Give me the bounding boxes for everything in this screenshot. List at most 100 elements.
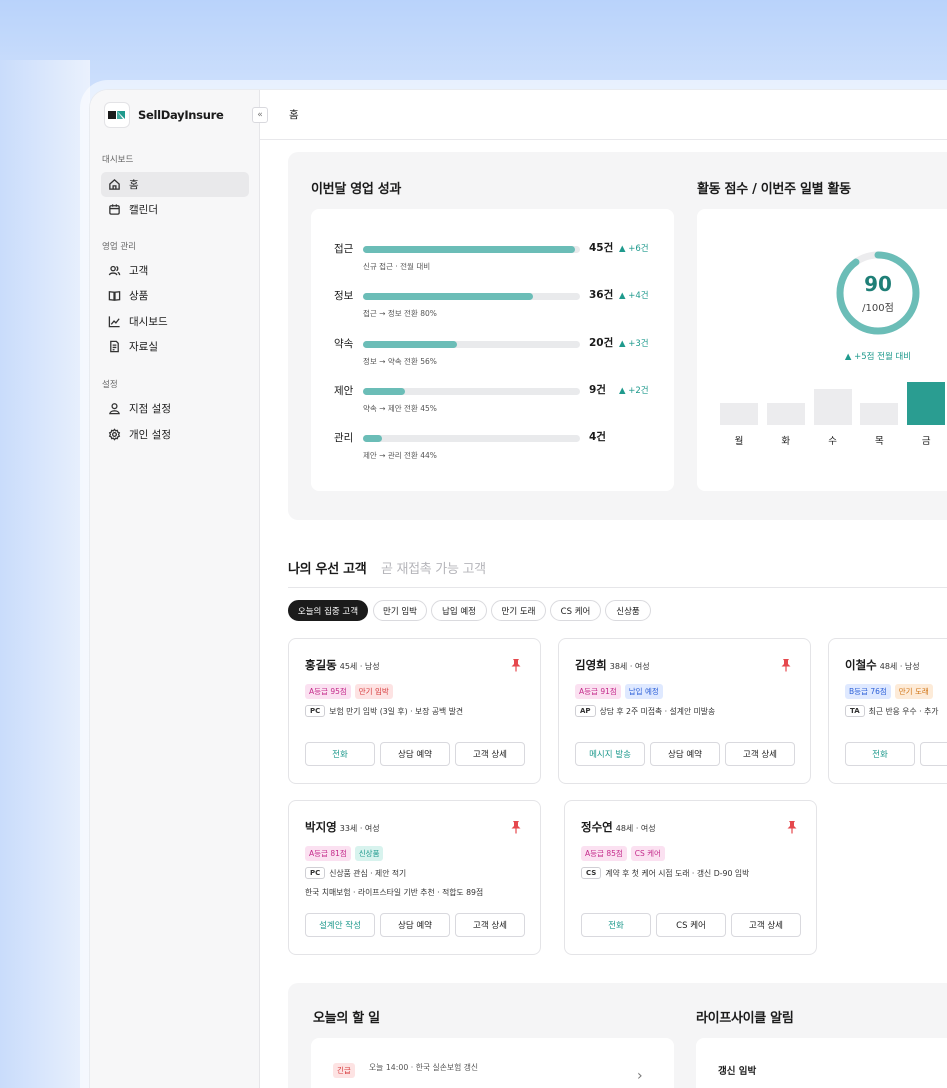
customer-card[interactable]: 박지영 33세 · 여성 A등급 81점 신상품 PC 신상품 관심 · 제안 적기 한국 … [288, 800, 541, 955]
customer-description: AP 상담 후 2주 미접촉 · 설계안 미발송 [575, 705, 715, 717]
day-label: 월 [734, 436, 744, 447]
filter-chip[interactable]: 신상품 [605, 600, 651, 621]
day-activity-bar [720, 403, 758, 425]
sidebar-item-label: 상품 [129, 290, 149, 302]
pin-icon[interactable] [780, 657, 792, 672]
status-tag: A등급 91점 [575, 684, 621, 699]
status-tag: 납입 예정 [624, 684, 663, 699]
filter-chip[interactable]: 납입 예정 [431, 600, 487, 621]
todo-card[interactable]: 긴급 오늘 14:00 · 한국 실손보험 갱신 › [311, 1038, 674, 1088]
funnel-subtext: 접근 → 정보 전환 80% [363, 309, 437, 319]
customer-name: 박지영 [305, 820, 337, 834]
sidebar-item-label: 자료실 [129, 341, 158, 353]
funnel-delta: ▲ +2건 [619, 384, 649, 396]
tag-row: B등급 76점 만기 도래 [845, 684, 933, 699]
customer-name-line: 김영희 38세 · 여성 [575, 657, 650, 673]
funnel-delta-text: +3건 [628, 338, 649, 349]
brand[interactable]: SellDayInsure [104, 100, 254, 130]
funnel-delta-text: +2건 [628, 385, 649, 396]
funnel-label: 관리 [334, 432, 354, 445]
pin-icon[interactable] [510, 657, 522, 672]
status-tag: A등급 81점 [305, 846, 351, 861]
customer-card[interactable]: 정수연 48세 · 여성 A등급 85점 CS 케어 CS 계약 후 첫 케어 시점 도래… [564, 800, 817, 955]
funnel-delta-text: +6건 [628, 244, 649, 254]
funnel-row: 제안 9건 ▲ +2건 약속 → 제안 전환 45% [311, 383, 674, 423]
card-action-button[interactable]: 상담 예약 [650, 742, 720, 766]
user-icon [109, 403, 120, 415]
card-action-button[interactable] [920, 742, 947, 766]
day-label: 화 [781, 436, 791, 447]
filter-chip[interactable]: 만기 임박 [373, 600, 427, 621]
status-tag: 만기 도래 [894, 684, 933, 699]
card-action-button[interactable]: 고객 상세 [455, 742, 525, 766]
filter-chip[interactable]: 만기 도래 [491, 600, 546, 621]
funnel-bar [363, 293, 533, 301]
customer-card[interactable]: 김영희 38세 · 여성 A등급 91점 납입 예정 AP 상담 후 2주 미접촉 · 설… [558, 638, 811, 784]
lifecycle-card[interactable]: 갱신 임박 [696, 1038, 947, 1088]
customer-description: PC 신상품 관심 · 제안 적기 [305, 867, 406, 879]
lifecycle-item: 갱신 임박 [718, 1066, 757, 1077]
sidebar-item-calendar[interactable]: 캘린더 [101, 197, 249, 222]
card-action-button[interactable]: 고객 상세 [725, 742, 795, 766]
customer-description: TA 최근 반응 우수 · 추가 [845, 705, 938, 717]
pin-icon[interactable] [510, 819, 522, 834]
description-text: 최근 반응 우수 · 추가 [868, 706, 939, 716]
funnel-subtext: 정보 → 약속 전환 56% [363, 356, 437, 366]
card-action-button[interactable]: 설계안 작성 [305, 913, 375, 937]
card-action-button[interactable]: 상담 예약 [380, 913, 450, 937]
sidebar-item-customers[interactable]: 고객 [101, 258, 249, 283]
card-action-button[interactable]: 고객 상세 [731, 913, 801, 937]
bottom-panel: 오늘의 할 일 긴급 오늘 14:00 · 한국 실손보험 갱신 › 라이프사이… [288, 983, 947, 1088]
gear-icon [108, 428, 121, 441]
card-action-button[interactable]: 전화 [845, 742, 915, 766]
day-activity-bar [813, 389, 852, 425]
tab-recontact-customers[interactable]: 곧 재접촉 가능 고객 [381, 558, 486, 577]
pin-icon[interactable] [786, 819, 798, 834]
funnel-count: 36건 [589, 289, 614, 302]
filter-chip[interactable]: CS 케어 [550, 600, 601, 621]
funnel-count: 4건 [589, 431, 606, 444]
sidebar-item-label: 대시보드 [129, 316, 168, 328]
chevron-right-icon[interactable]: › [637, 1068, 643, 1084]
funnel-count: 45건 [589, 242, 614, 254]
sidebar-item-branch-settings[interactable]: 지점 설정 [101, 396, 249, 421]
status-tag: 만기 임박 [354, 684, 393, 699]
card-action-button[interactable]: CS 케어 [656, 913, 726, 937]
sidebar: SellDayInsure « 대시보드 홈 캘린더 영업 관리 고객 상품 대… [90, 90, 268, 1088]
funnel-row: 관리 4건 제안 → 관리 전환 44% [311, 430, 674, 470]
customer-name-line: 이철수 48세 · 남성 [845, 657, 920, 673]
day-activity-bar [907, 382, 946, 425]
tab-priority-customers[interactable]: 나의 우선 고객 [288, 558, 367, 577]
sidebar-item-label: 개인 설정 [129, 429, 171, 441]
funnel-row: 접근 45건 ▲ +6건 신규 접근 · 전월 대비 [311, 241, 674, 281]
card-action-button[interactable]: 메시지 발송 [575, 742, 645, 766]
customer-name: 홍길동 [305, 658, 337, 672]
stage-code: PC [305, 867, 326, 879]
section-label-dashboard: 대시보드 [102, 155, 134, 165]
customer-extra: 한국 치매보험 · 라이프스타일 기반 추천 · 적합도 89점 [305, 888, 484, 897]
status-tag: 신상품 [354, 846, 384, 861]
breadcrumb: 홈 [289, 109, 299, 121]
funnel-row: 정보 36건 ▲ +4건 접근 → 정보 전환 80% [311, 288, 674, 328]
funnel-bar [363, 387, 405, 395]
funnel-subtext: 신규 접근 · 전월 대비 [363, 262, 431, 271]
sidebar-item-personal-settings[interactable]: 개인 설정 [101, 422, 249, 447]
sidebar-item-library[interactable]: 자료실 [101, 334, 249, 359]
sidebar-item-products[interactable]: 상품 [101, 283, 249, 308]
filter-chip[interactable]: 오늘의 집중 고객 [288, 600, 368, 621]
sidebar-item-home[interactable]: 홈 [101, 172, 249, 197]
status-tag: CS 케어 [630, 846, 665, 861]
card-action-button[interactable]: 고객 상세 [455, 913, 525, 937]
sidebar-item-dashboard[interactable]: 대시보드 [101, 309, 249, 334]
card-action-button[interactable]: 상담 예약 [380, 742, 450, 766]
description-text: 계약 후 첫 케어 시점 도래 · 갱신 D-90 임박 [605, 868, 750, 878]
app-window: SellDayInsure « 대시보드 홈 캘린더 영업 관리 고객 상품 대… [90, 90, 947, 1088]
customer-name-line: 정수연 48세 · 여성 [581, 819, 656, 835]
card-action-button[interactable]: 전화 [305, 742, 375, 766]
funnel-track [363, 246, 580, 253]
day-label: 수 [828, 436, 837, 447]
customer-card[interactable]: 이철수 48세 · 남성 B등급 76점 만기 도래 TA 최근 반응 우수 · 추가전화 [828, 638, 947, 784]
card-action-button[interactable]: 전화 [581, 913, 651, 937]
customer-card[interactable]: 홍길동 45세 · 남성 A등급 95점 만기 임박 PC 보험 만기 임박 (3일 후)… [288, 638, 541, 784]
customer-meta: 38세 · 여성 [609, 662, 650, 671]
